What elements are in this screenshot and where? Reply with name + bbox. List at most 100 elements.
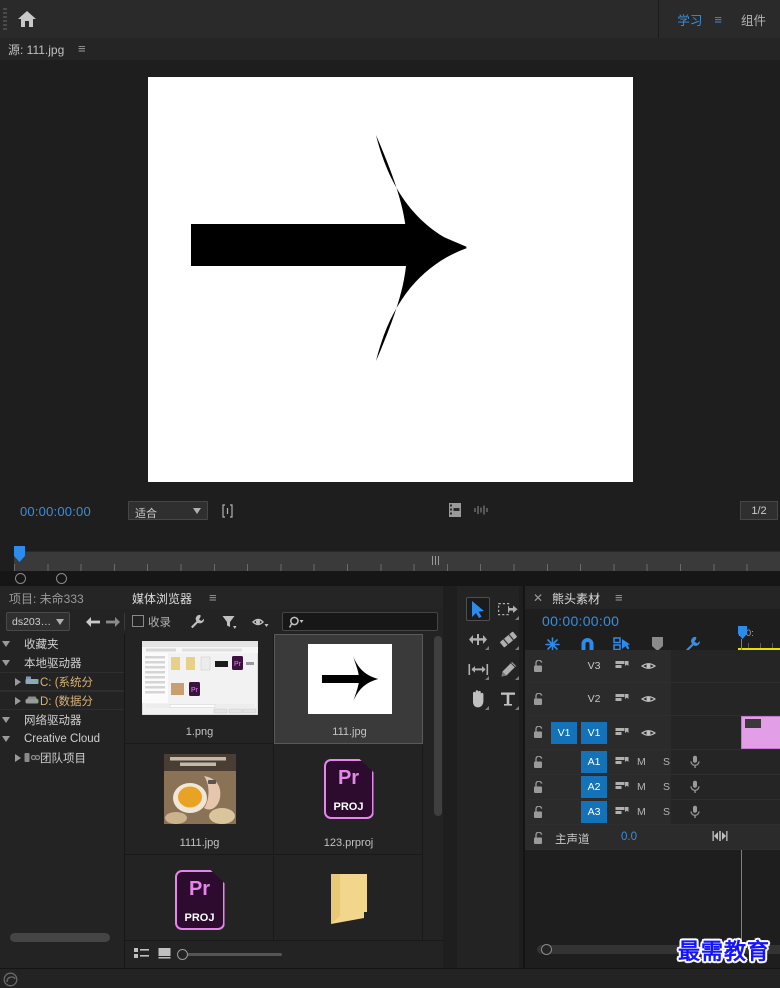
ingest-settings-button[interactable] xyxy=(188,613,206,630)
sync-lock-toggle[interactable] xyxy=(613,724,631,742)
source-timecode[interactable]: 00:00:00:00 xyxy=(20,504,91,519)
playback-resolution-select[interactable]: 1/2 xyxy=(740,501,778,520)
voice-record-a2[interactable] xyxy=(687,778,703,796)
back-button[interactable] xyxy=(84,613,102,630)
track-visibility-toggle[interactable] xyxy=(639,691,657,707)
track-name-a1[interactable]: A1 xyxy=(581,751,607,773)
track-name-v1[interactable]: V1 xyxy=(581,721,607,744)
home-button[interactable] xyxy=(14,7,40,31)
track-header-a2[interactable]: A2 M S xyxy=(525,775,780,800)
tree-item-drive-c[interactable]: C: (系统分 xyxy=(0,672,124,691)
directory-select[interactable]: ds203… xyxy=(6,612,70,631)
solo-toggle-a3[interactable]: S xyxy=(663,806,670,818)
file-cell-prproj-2[interactable]: Pr PROJ xyxy=(125,856,274,940)
pen-tool[interactable] xyxy=(496,657,520,681)
ingest-checkbox[interactable] xyxy=(132,615,144,627)
close-icon[interactable]: ✕ xyxy=(533,591,543,605)
creative-cloud-icon[interactable] xyxy=(3,972,18,987)
tree-item-network-drives[interactable]: 网络驱动器 xyxy=(0,710,124,729)
mute-toggle-a1[interactable]: M xyxy=(637,756,646,768)
source-patch-v1[interactable]: V1 xyxy=(551,721,577,744)
components-link[interactable]: 组件 xyxy=(741,10,766,29)
file-cell-1111jpg[interactable]: 1111.jpg xyxy=(125,745,274,855)
chevron-down-icon[interactable] xyxy=(0,716,12,723)
track-header-v2[interactable]: V2 xyxy=(525,683,780,716)
filter-button[interactable] xyxy=(220,613,238,630)
timeline-horizontal-scrollbar[interactable] xyxy=(537,944,780,955)
track-name-v3[interactable]: V3 xyxy=(581,655,607,677)
source-monitor-stage[interactable] xyxy=(0,60,780,498)
track-header-v3[interactable]: V3 xyxy=(525,650,780,683)
sync-lock-toggle[interactable] xyxy=(613,803,631,821)
learn-link[interactable]: 学习 xyxy=(677,10,702,29)
slip-tool[interactable] xyxy=(496,627,520,651)
forward-button[interactable] xyxy=(104,613,122,630)
timeline-clip[interactable] xyxy=(741,716,780,749)
file-cell-111jpg[interactable]: 111.jpg xyxy=(274,634,423,744)
track-select-forward-tool[interactable] xyxy=(496,597,520,621)
file-type-display-button[interactable] xyxy=(252,613,270,630)
lock-toggle[interactable] xyxy=(529,803,547,821)
thumbnail-zoom-knob[interactable] xyxy=(177,949,188,960)
chevron-down-icon[interactable] xyxy=(0,659,12,666)
lock-toggle[interactable] xyxy=(529,724,547,742)
master-track[interactable]: 主声道 0.0 xyxy=(525,825,780,850)
track-name-v2[interactable]: V2 xyxy=(581,688,607,710)
rate-stretch-tool[interactable] xyxy=(466,657,490,681)
mute-toggle-a3[interactable]: M xyxy=(637,806,646,818)
sync-lock-toggle[interactable] xyxy=(613,657,631,675)
track-header-a1[interactable]: A1 M S xyxy=(525,750,780,775)
ripple-edit-tool[interactable] xyxy=(466,627,490,651)
panel-menu-icon[interactable]: ≡ xyxy=(209,590,217,605)
solo-toggle-a2[interactable]: S xyxy=(663,781,670,793)
voice-record-a3[interactable] xyxy=(687,803,703,821)
lock-toggle[interactable] xyxy=(529,690,547,708)
chevron-right-icon[interactable] xyxy=(12,696,24,705)
track-header-a3[interactable]: A3 M S xyxy=(525,800,780,825)
track-name-a2[interactable]: A2 xyxy=(581,776,607,798)
in-point-handle[interactable] xyxy=(15,573,26,584)
chevron-down-icon[interactable] xyxy=(0,735,12,742)
master-meter-button[interactable] xyxy=(712,830,728,844)
lock-toggle[interactable] xyxy=(529,657,547,675)
tree-item-favorites[interactable]: 收藏夹 xyxy=(0,634,124,653)
timeline-sequence-title[interactable]: 熊头素材 xyxy=(552,590,600,607)
ruler-zoom-grip[interactable] xyxy=(432,556,439,565)
thumbnail-zoom-slider[interactable] xyxy=(177,949,282,960)
grid-vertical-scrollbar[interactable] xyxy=(434,636,442,816)
chevron-right-icon[interactable] xyxy=(12,677,24,686)
thumbnail-view-button[interactable] xyxy=(158,947,171,962)
lock-toggle[interactable] xyxy=(529,829,547,847)
mute-toggle-a2[interactable]: M xyxy=(637,781,646,793)
file-cell-1png[interactable]: Pr Pr 1.png xyxy=(125,634,274,744)
chevron-down-icon[interactable] xyxy=(0,640,12,647)
tree-item-drive-d[interactable]: D: (数据分 xyxy=(0,691,124,710)
chevron-right-icon[interactable] xyxy=(12,753,24,762)
drag-video-only-button[interactable] xyxy=(447,502,465,520)
track-header-v1[interactable]: V1 V1 xyxy=(525,716,780,750)
zoom-level-select[interactable]: 适合 xyxy=(128,501,208,520)
track-name-a3[interactable]: A3 xyxy=(581,801,607,823)
track-visibility-toggle[interactable] xyxy=(639,658,657,674)
type-tool[interactable] xyxy=(496,687,520,711)
selection-tool[interactable] xyxy=(466,597,490,621)
file-cell-123prproj[interactable]: Pr PROJ 123.prproj xyxy=(274,745,423,855)
timeline-timecode[interactable]: 00:00:00:00 xyxy=(542,613,619,629)
select-playback-range-button[interactable] xyxy=(218,502,236,519)
drag-audio-only-button[interactable] xyxy=(473,504,491,518)
source-time-ruler[interactable] xyxy=(14,551,780,571)
sync-lock-toggle[interactable] xyxy=(613,690,631,708)
sync-lock-toggle[interactable] xyxy=(613,753,631,771)
ingest-label[interactable]: 收录 xyxy=(148,614,171,630)
lock-toggle[interactable] xyxy=(529,778,547,796)
solo-toggle-a1[interactable]: S xyxy=(663,756,670,768)
sync-lock-toggle[interactable] xyxy=(613,778,631,796)
timeline-scroll-knob[interactable] xyxy=(541,944,552,955)
panel-menu-icon[interactable]: ≡ xyxy=(615,590,623,605)
hamburger-menu-icon[interactable]: ≡ xyxy=(714,12,722,27)
file-cell-folder[interactable] xyxy=(274,856,423,940)
search-input[interactable] xyxy=(282,612,438,631)
hand-tool[interactable] xyxy=(466,687,490,711)
source-monitor-tab[interactable]: 源: 111.jpg xyxy=(8,41,64,58)
tree-item-creative-cloud[interactable]: Creative Cloud xyxy=(0,729,124,748)
